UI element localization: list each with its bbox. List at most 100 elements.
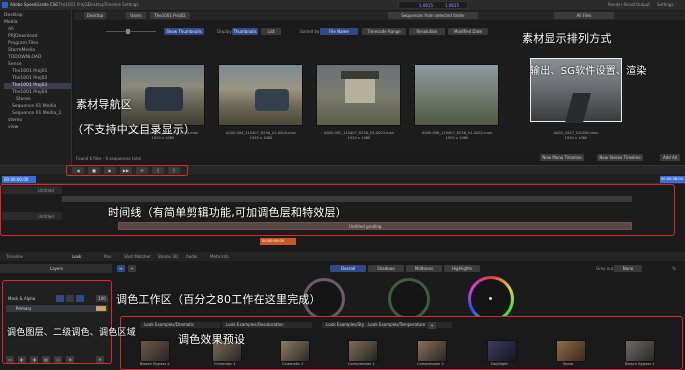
sort-timecode-button[interactable]: Timecode Range: [362, 28, 406, 35]
new-mono-timeline-button[interactable]: New Mono Timeline: [540, 154, 584, 161]
layer-add-button[interactable]: +: [128, 265, 136, 272]
nav-desktop[interactable]: Desktop: [84, 12, 106, 19]
layer-tool-2[interactable]: ◐: [18, 356, 26, 363]
folder-tree-item[interactable]: Program Files: [4, 41, 38, 47]
folder-tree-item[interactable]: The1001 Proj03: [4, 83, 71, 89]
preset-tab-temperature[interactable]: .Look Examples/Temperature: [364, 322, 452, 328]
mask-mode-button-3[interactable]: [76, 295, 84, 302]
nav-project[interactable]: The1001 Proj02: [150, 12, 190, 19]
grading-clip[interactable]: Untitled grading: [118, 222, 632, 230]
folder-tree-item[interactable]: Stereo: [4, 97, 31, 103]
folder-tree[interactable]: Desktop Media All PRJDownload Program Files S…: [0, 10, 72, 165]
color-wheel-midtones[interactable]: [388, 278, 430, 320]
folder-tree-item[interactable]: The1001 Proj02: [4, 76, 47, 82]
tab-timeline[interactable]: Timeline: [104, 2, 121, 7]
timeline-ruler[interactable]: 00:00:00:00 00:00:58:00: [0, 176, 685, 184]
display-thumbnails-button[interactable]: Thumbnails: [232, 28, 258, 35]
add-all-button[interactable]: Add All: [660, 154, 680, 161]
filter-dropdown[interactable]: All Files: [554, 12, 614, 19]
tab-pan[interactable]: Pan: [104, 254, 111, 259]
layer-tool-3[interactable]: ◑: [30, 356, 38, 363]
timecode-field[interactable]: 00:00:00:00: [2, 176, 36, 183]
sort-file-name-button[interactable]: File Name: [320, 28, 358, 35]
path-dropdown[interactable]: Sequences from selected folder: [388, 12, 478, 19]
preset-thumb-5[interactable]: [417, 340, 447, 362]
zone-highlights-tab[interactable]: Highlights: [444, 265, 480, 272]
stop-button[interactable]: ■: [88, 167, 100, 174]
zone-shadows-tab[interactable]: Shadows: [368, 265, 404, 272]
sorted-by-label: Sorted by: [300, 29, 320, 34]
layer-percent-field[interactable]: 100: [96, 295, 108, 302]
color-wheel-puck[interactable]: [489, 297, 492, 300]
layer-tool-5[interactable]: ◇: [54, 356, 62, 363]
folder-tree-item[interactable]: stereo: [4, 118, 22, 124]
preset-thumb-8[interactable]: [625, 340, 655, 362]
display-list-button[interactable]: List: [261, 28, 281, 35]
output-button[interactable]: Output: [636, 2, 650, 7]
tab-desktop[interactable]: Desktop: [88, 2, 105, 7]
tab-stereo[interactable]: Stereo 3D: [158, 254, 178, 259]
thumbnail-field[interactable]: [414, 64, 499, 126]
grey-out-dropdown[interactable]: None: [614, 265, 642, 272]
preset-thumb-4[interactable]: [348, 340, 378, 362]
folder-tree-item[interactable]: Sense: [4, 62, 22, 68]
preset-thumb-6[interactable]: [487, 340, 517, 362]
playhead-marker[interactable]: 00:00:00:00: [260, 238, 296, 245]
folder-tree-item[interactable]: TODOWNLOAD: [4, 55, 41, 61]
house-shape: [345, 77, 375, 103]
loop-button[interactable]: ⟳: [136, 167, 148, 174]
layer-tool-1[interactable]: ▭: [6, 356, 14, 363]
zone-midtones-tab[interactable]: Midtones: [406, 265, 442, 272]
mark-in-button[interactable]: {: [152, 167, 164, 174]
sort-modified-button[interactable]: Modified Date: [448, 28, 488, 35]
mask-mode-button-2[interactable]: [66, 295, 74, 302]
nav-users[interactable]: Users: [126, 12, 146, 19]
tab-shot-matcher[interactable]: Shot Matcher: [124, 254, 151, 259]
zone-overall-tab[interactable]: Overall: [330, 265, 366, 272]
show-thumbnails-button[interactable]: Show Thumbnails: [164, 28, 204, 35]
play-reverse-button[interactable]: ◀: [72, 167, 84, 174]
layer-tool-4[interactable]: ▤: [42, 356, 50, 363]
folder-tree-item[interactable]: view: [4, 125, 18, 131]
primary-layer-row[interactable]: Primary: [6, 305, 108, 312]
preset-thumb-1[interactable]: [140, 340, 170, 362]
mask-mode-button-1[interactable]: [56, 295, 64, 302]
mark-out-button[interactable]: }: [168, 167, 180, 174]
preset-tab-desaturation[interactable]: .Look Examples/Desaturation: [222, 322, 312, 328]
tab-project[interactable]: The1001 Proj02: [58, 2, 89, 7]
folder-tree-item[interactable]: Media: [4, 20, 18, 26]
sort-resolution-button[interactable]: Resolution: [409, 28, 445, 35]
tab-settings[interactable]: Settings: [122, 2, 138, 7]
add-preset-tab-button[interactable]: +: [428, 322, 436, 329]
preset-thumb-3[interactable]: [280, 340, 310, 362]
thumbnail-atv[interactable]: [120, 64, 205, 126]
tab-meta-info[interactable]: Meta Info: [210, 254, 229, 259]
folder-tree-item[interactable]: Sequence 01 Media: [4, 104, 56, 110]
folder-tree-item[interactable]: The1001 Proj04: [4, 90, 47, 96]
folder-tree-item[interactable]: All: [4, 27, 14, 33]
folder-tree-item[interactable]: StormMedia: [4, 48, 35, 54]
thumb-size-slider[interactable]: [106, 31, 156, 32]
end-timecode-field[interactable]: 00:00:58:00: [660, 176, 685, 183]
play-button[interactable]: ▶: [104, 167, 116, 174]
thumbnail-house[interactable]: [316, 64, 401, 126]
folder-tree-item[interactable]: Desktop: [4, 13, 23, 19]
tab-timeline-panel[interactable]: Timeline: [6, 254, 23, 259]
tab-look[interactable]: Look: [72, 254, 81, 259]
thumbnail-atv-2[interactable]: [218, 64, 303, 126]
step-forward-button[interactable]: ▶▶: [120, 167, 132, 174]
render-result-button[interactable]: Render Result: [608, 2, 636, 7]
track-row-1[interactable]: [62, 196, 632, 202]
folder-tree-item[interactable]: PRJDownload: [4, 34, 38, 40]
layer-delete-button[interactable]: ✕: [96, 356, 104, 363]
settings-button[interactable]: Settings: [657, 2, 673, 7]
preset-thumb-7[interactable]: [556, 340, 586, 362]
thumb-size-handle[interactable]: [126, 29, 130, 34]
preset-tab-dramatic[interactable]: .Look Examples/Dramatic: [140, 322, 220, 328]
tab-audio[interactable]: Audio: [186, 254, 197, 259]
layer-tool-6[interactable]: ⊕: [66, 356, 74, 363]
folder-tree-item[interactable]: The1001 Proj01: [4, 69, 47, 75]
folder-tree-item[interactable]: Sequence 01 Media_1: [4, 111, 61, 117]
layer-mode-button[interactable]: ↔: [117, 265, 125, 272]
new-stereo-timeline-button[interactable]: New Stereo Timeline: [597, 154, 643, 161]
